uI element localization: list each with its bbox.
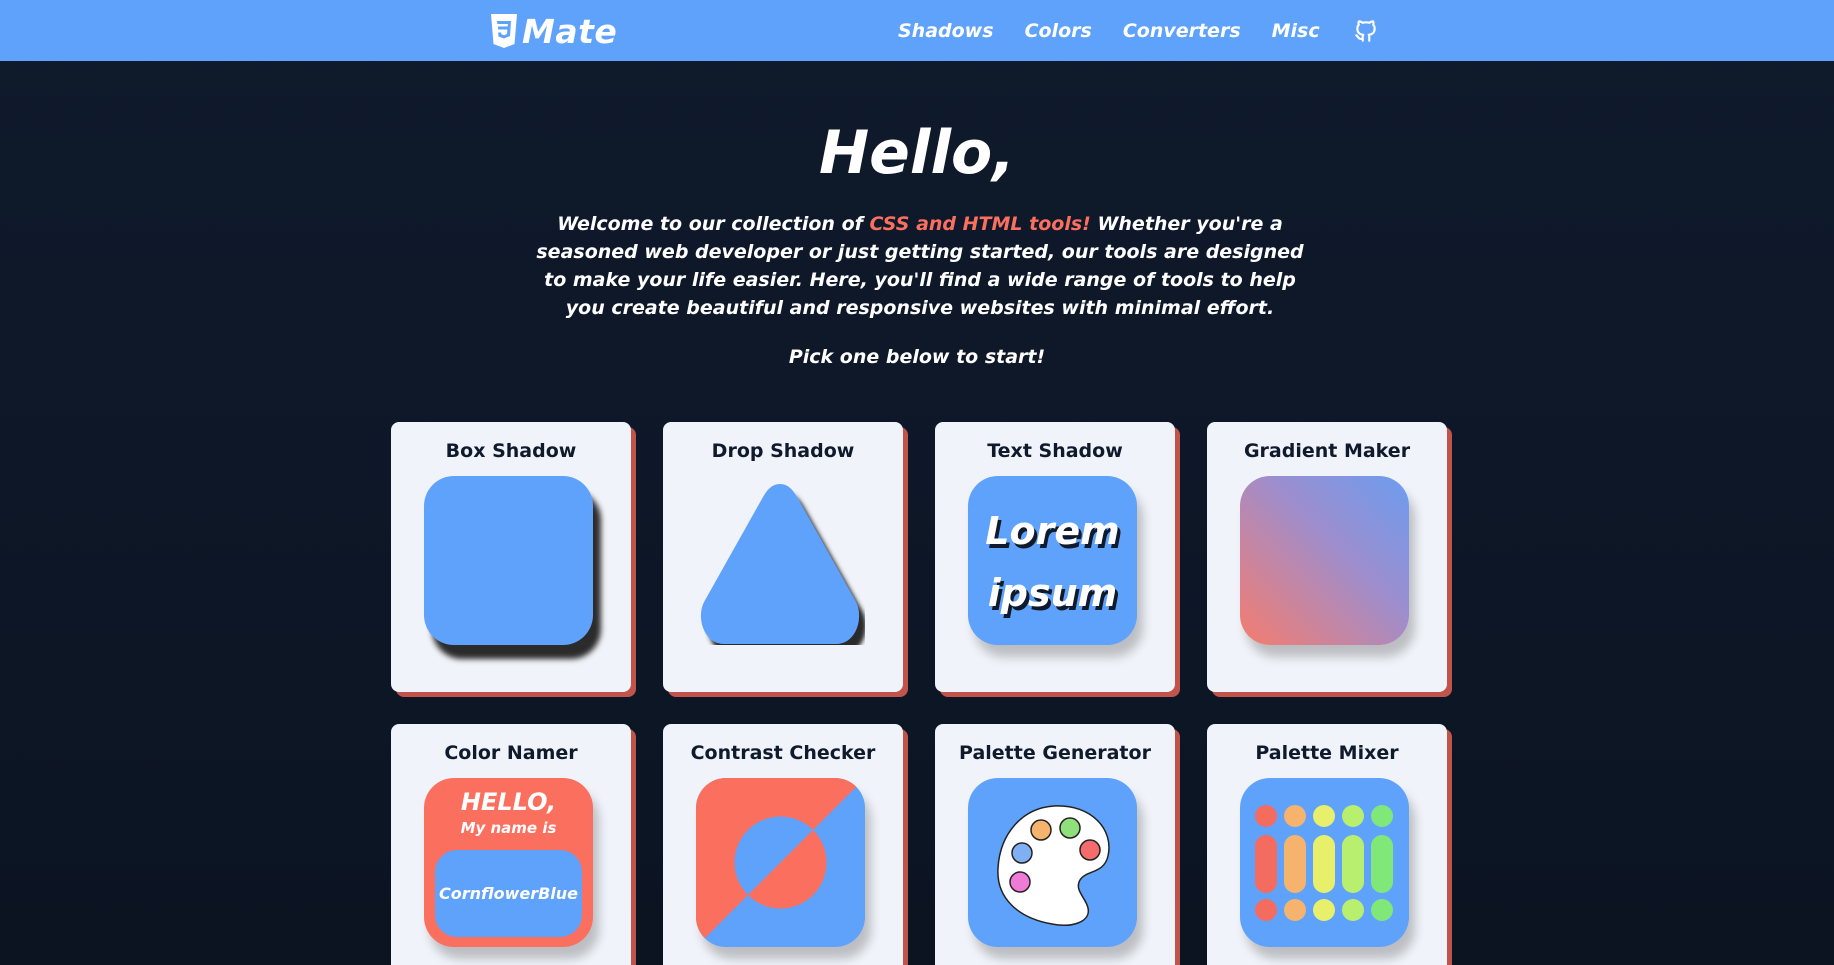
gradient-preview (1240, 476, 1409, 645)
nav-link-converters[interactable]: Converters (1123, 20, 1241, 42)
lorem-line-2: ipsum (987, 571, 1118, 615)
navbar: Mate Shadows Colors Converters Misc (0, 0, 1834, 61)
palette-generator-preview (968, 778, 1137, 947)
tool-card-palette-generator[interactable]: Palette Generator (935, 724, 1175, 965)
lorem-line-1: Lorem (985, 509, 1120, 553)
gradient-square-icon (1240, 476, 1409, 645)
pick-prompt: Pick one below to start! (788, 346, 1046, 368)
tool-card-drop-shadow[interactable]: Drop Shadow (663, 422, 903, 692)
card-title: Color Namer (444, 742, 578, 764)
nav-links: Shadows Colors Converters Misc (898, 0, 1379, 61)
name-tag-subtitle: My name is (460, 819, 557, 837)
contrast-shape (696, 778, 865, 947)
card-title: Box Shadow (445, 440, 577, 462)
tool-card-color-namer[interactable]: Color Namer HELLO, My name is Cornflower… (391, 724, 631, 965)
card-title: Gradient Maker (1243, 440, 1411, 462)
name-tag-hello: HELLO, (460, 788, 557, 816)
text-shadow-preview: Lorem ipsum (968, 476, 1137, 645)
tool-card-contrast-checker[interactable]: Contrast Checker (663, 724, 903, 965)
text-shadow-square: Lorem ipsum (968, 476, 1137, 645)
palette-square (968, 778, 1137, 947)
card-title: Text Shadow (987, 440, 1123, 462)
intro-accent-text: CSS and HTML tools! (869, 213, 1091, 235)
triangle-icon (700, 484, 860, 644)
logo-text: Mate (522, 11, 618, 51)
tool-card-palette-mixer[interactable]: Palette Mixer (1207, 724, 1447, 965)
contrast-icon (696, 778, 865, 947)
tool-card-text-shadow[interactable]: Text Shadow Lorem ipsum (935, 422, 1175, 692)
tool-grid: Box Shadow Drop Shadow Text Shadow Lorem… (391, 422, 1451, 965)
card-title: Contrast Checker (690, 742, 876, 764)
shadowed-square-icon (424, 476, 593, 645)
palette-mixer-preview (1240, 778, 1409, 947)
contrast-preview (696, 778, 865, 947)
nav-link-shadows[interactable]: Shadows (898, 20, 994, 42)
color-mixer-icon (1255, 805, 1393, 921)
mixer-square (1240, 778, 1409, 947)
name-tag-icon: HELLO, My name is Cornflower Blue (424, 778, 593, 947)
nav-link-misc[interactable]: Misc (1272, 20, 1320, 42)
color-namer-preview: HELLO, My name is Cornflower Blue (424, 778, 593, 947)
lorem-ipsum-text: Lorem ipsum (968, 500, 1137, 624)
card-title: Drop Shadow (711, 440, 855, 462)
intro-text-start: Welcome to our collection of (557, 213, 870, 235)
name-tag-name-line-2: Blue (538, 884, 579, 903)
intro-paragraph: Welcome to our collection of CSS and HTM… (530, 210, 1310, 322)
paint-palette-icon (997, 805, 1110, 926)
tool-card-gradient-maker[interactable]: Gradient Maker (1207, 422, 1447, 692)
name-tag-name-line-1: Cornflower (438, 884, 539, 903)
github-icon[interactable] (1353, 18, 1379, 44)
nav-link-colors[interactable]: Colors (1025, 20, 1092, 42)
card-title: Palette Mixer (1255, 742, 1399, 764)
tool-card-box-shadow[interactable]: Box Shadow (391, 422, 631, 692)
page-title: Hello, (818, 118, 1016, 188)
name-tag-name: Cornflower Blue (435, 850, 582, 937)
drop-shadow-preview (696, 476, 865, 645)
card-title: Palette Generator (959, 742, 1151, 764)
css3-icon (491, 14, 517, 48)
logo[interactable]: Mate (490, 11, 618, 51)
box-shadow-preview (424, 476, 593, 645)
